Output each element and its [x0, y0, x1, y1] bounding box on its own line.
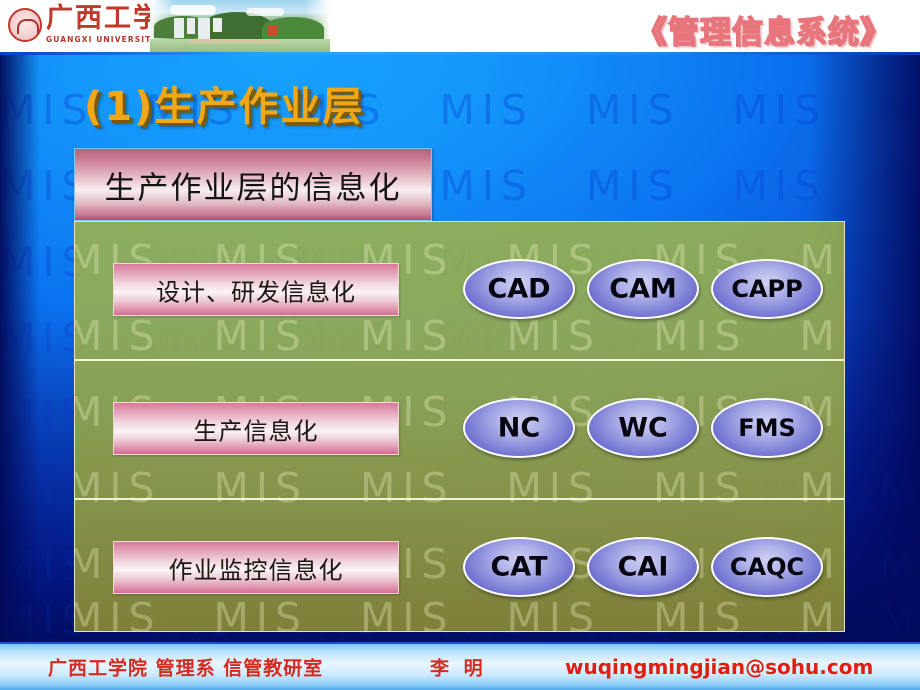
- badge-nc[interactable]: NC: [463, 398, 575, 458]
- badge-label: CAM: [609, 273, 677, 305]
- row-badge-group: NC WC FMS: [463, 398, 833, 460]
- header-rule: [0, 52, 920, 55]
- row-label-box[interactable]: 生产信息化: [113, 402, 399, 455]
- row-label-text: 作业监控信息化: [168, 556, 344, 584]
- content-row: 设计、研发信息化 CAD CAM CAPP: [75, 222, 844, 359]
- row-badge-group: CAD CAM CAPP: [463, 259, 833, 321]
- badge-cad[interactable]: CAD: [463, 259, 575, 319]
- badge-cam[interactable]: CAM: [587, 259, 699, 319]
- row-label-text: 设计、研发信息化: [156, 278, 356, 306]
- row-label-text: 生产信息化: [193, 417, 319, 445]
- badge-label: NC: [497, 412, 541, 444]
- row-label-box[interactable]: 作业监控信息化: [113, 541, 399, 594]
- campus-photo-banner: [150, 0, 330, 55]
- badge-wc[interactable]: WC: [587, 398, 699, 458]
- badge-label: CAT: [490, 551, 548, 583]
- footer-institution: 广西工学院 管理系 信管教研室: [48, 657, 324, 680]
- slide-title-box: 生产作业层的信息化: [74, 148, 432, 221]
- row-label-box[interactable]: 设计、研发信息化: [113, 263, 399, 316]
- badge-cat[interactable]: CAT: [463, 537, 575, 597]
- badge-fms[interactable]: FMS: [711, 398, 823, 458]
- content-panel: MISMISMISMISMISMISMISMISMIS MISMISMISMIS…: [74, 221, 845, 632]
- badge-caqc[interactable]: CAQC: [711, 537, 823, 597]
- content-row: 生产信息化 NC WC FMS: [75, 361, 844, 498]
- university-logo: 广西工学院 GUANGXI UNIVERSITY OF TECHNOLOGY: [6, 2, 246, 52]
- background-left-shade: [0, 0, 40, 690]
- presentation-slide: MISMISMISMISMISMISMISMISMIS MISMISMISMIS…: [0, 0, 920, 690]
- footer-author: 李 明: [430, 657, 487, 680]
- content-row: 作业监控信息化 CAT CAI CAQC: [75, 500, 844, 631]
- slide-heading: (1)生产作业层: [84, 84, 365, 130]
- badge-label: WC: [618, 412, 668, 444]
- row-badge-group: CAT CAI CAQC: [463, 537, 833, 599]
- slide-footer: 广西工学院 管理系 信管教研室 李 明 wuqingmingjian@sohu.…: [0, 642, 920, 690]
- slide-title-text: 生产作业层的信息化: [104, 170, 402, 206]
- badge-label: CAD: [487, 273, 551, 305]
- badge-label: CAPP: [731, 275, 803, 303]
- badge-capp[interactable]: CAPP: [711, 259, 823, 319]
- badge-label: CAQC: [729, 553, 805, 581]
- badge-label: CAI: [617, 551, 669, 583]
- slide-header: 广西工学院 GUANGXI UNIVERSITY OF TECHNOLOGY 《…: [0, 0, 920, 55]
- badge-label: FMS: [738, 414, 796, 442]
- footer-email[interactable]: wuqingmingjian@sohu.com: [565, 655, 873, 679]
- course-title: 《管理信息系统》: [635, 14, 892, 51]
- badge-cai[interactable]: CAI: [587, 537, 699, 597]
- university-seal-icon: [8, 8, 42, 42]
